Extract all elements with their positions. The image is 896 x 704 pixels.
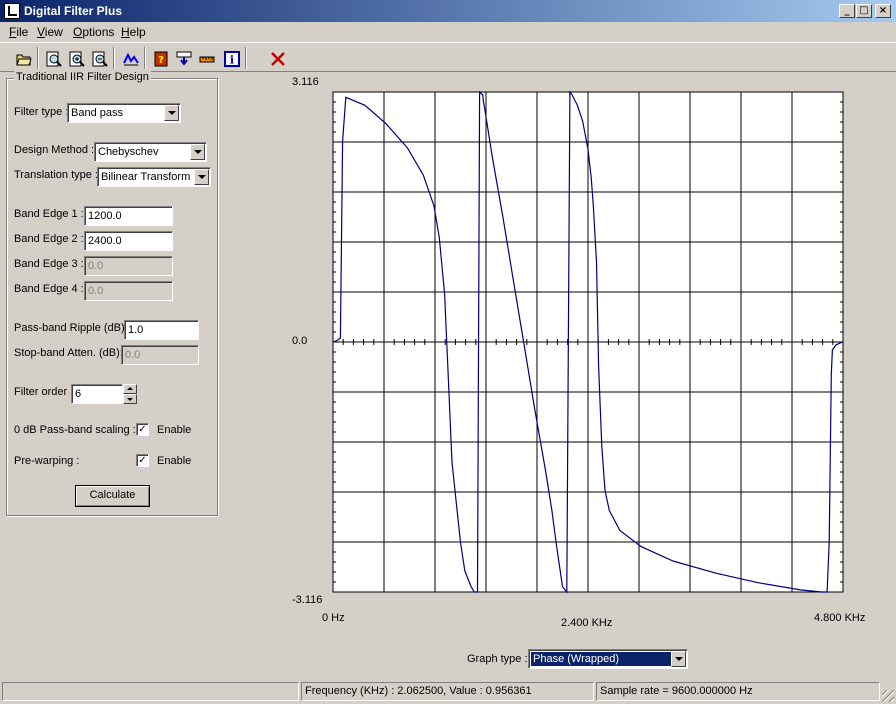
status-sample-rate: Sample rate = 9600.000000 Hz [596,682,880,701]
y-tick-label-top: 3.116 [292,76,319,88]
graph-type-select[interactable]: Phase (Wrapped) [528,649,688,669]
resize-grip-icon[interactable] [882,690,894,702]
status-bar: Frequency (KHz) : 2.062500, Value : 0.95… [0,680,896,704]
x-tick-label-mid: 2.400 KHz [561,617,613,629]
graph-type-label: Graph type : [467,653,528,665]
status-pane-empty [2,682,299,701]
y-tick-label-mid: 0.0 [292,335,308,347]
x-tick-label-start: 0 Hz [322,612,345,624]
chevron-down-icon[interactable] [671,651,686,667]
y-tick-label-bottom: -3.116 [292,594,323,606]
status-readout: Frequency (KHz) : 2.062500, Value : 0.95… [301,682,594,701]
x-tick-label-end: 4.800 KHz [814,612,866,624]
phase-chart[interactable] [0,0,896,704]
